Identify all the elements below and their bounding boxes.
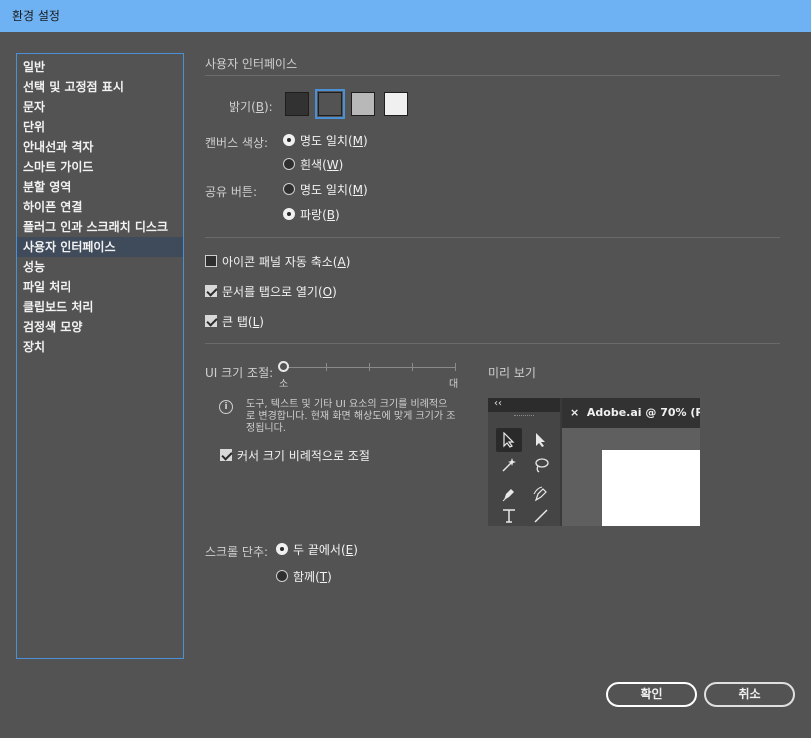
- line-tool-icon: [528, 504, 554, 526]
- canvas-color-match-label[interactable]: 명도 일치(M): [300, 132, 368, 149]
- ui-scale-info-text: 도구, 텍스트 및 기타 UI 요소의 크기를 비례적으로 변경합니다. 현재 …: [246, 399, 456, 434]
- section-divider: [205, 75, 780, 76]
- divider-3: [205, 343, 780, 344]
- sidebar-item-performance[interactable]: 성능: [17, 257, 183, 277]
- ui-scale-slider-thumb[interactable]: [278, 361, 289, 372]
- sidebar-item-smart-guides[interactable]: 스마트 가이드: [17, 157, 183, 177]
- ok-button[interactable]: 확인: [606, 682, 697, 707]
- canvas-color-label: 캔버스 색상:: [205, 136, 269, 150]
- scroll-units-together-radio[interactable]: [276, 570, 288, 582]
- window-title: 환경 설정: [0, 0, 811, 32]
- scroll-units-ends-label[interactable]: 두 끝에서(E): [293, 541, 358, 558]
- large-tabs-checkbox[interactable]: [205, 315, 217, 327]
- sidebar-item-user-interface[interactable]: 사용자 인터페이스: [17, 237, 183, 257]
- sidebar-item-plugins[interactable]: 플러그 인과 스크래치 디스크: [17, 217, 183, 237]
- close-icon: ×: [570, 406, 580, 419]
- preview-toolbar: ‹‹: [488, 398, 560, 526]
- canvas-color-white-radio[interactable]: [283, 158, 295, 170]
- cancel-button[interactable]: 취소: [704, 682, 795, 707]
- ui-scale-tick: [369, 363, 370, 371]
- canvas-color-white-label[interactable]: 흰색(W): [300, 156, 343, 173]
- accent-button-label: 공유 버튼:: [205, 185, 258, 199]
- ui-scale-tick: [455, 363, 456, 371]
- section-title: 사용자 인터페이스: [205, 57, 298, 71]
- brightness-label: 밝기(B):: [229, 100, 273, 114]
- preview-label: 미리 보기: [488, 366, 536, 380]
- ui-scale-max-label: 대: [449, 379, 459, 390]
- collapse-icon: ‹‹: [488, 398, 560, 412]
- scroll-units-ends-radio[interactable]: [276, 543, 288, 555]
- brightness-swatch-dark[interactable]: [285, 92, 309, 116]
- sidebar-item-black-appearance[interactable]: 검정색 모양: [17, 317, 183, 337]
- type-tool-icon: [496, 504, 522, 526]
- scale-cursor-checkbox[interactable]: [220, 449, 232, 461]
- canvas-color-match-radio[interactable]: [283, 134, 295, 146]
- direct-selection-tool-icon: [528, 428, 554, 452]
- sidebar-item-guides-grid[interactable]: 안내선과 격자: [17, 137, 183, 157]
- sidebar-item-hyphenation[interactable]: 하이픈 연결: [17, 197, 183, 217]
- divider-2: [205, 237, 780, 238]
- auto-collapse-checkbox[interactable]: [205, 255, 217, 267]
- scale-cursor-label[interactable]: 커서 크기 비례적으로 조절: [237, 447, 370, 464]
- magic-wand-tool-icon: [496, 453, 522, 477]
- preview-artboard: [602, 450, 700, 526]
- sidebar-item-units[interactable]: 단위: [17, 117, 183, 137]
- accent-match-label[interactable]: 명도 일치(M): [300, 181, 368, 198]
- scroll-units-label: 스크롤 단추:: [205, 545, 269, 559]
- sidebar-item-selection[interactable]: 선택 및 고정점 표시: [17, 77, 183, 97]
- accent-blue-radio[interactable]: [283, 208, 295, 220]
- ui-scale-tick: [412, 363, 413, 371]
- preferences-sidebar: 일반 선택 및 고정점 표시 문자 단위 안내선과 격자 스마트 가이드 분할 …: [16, 53, 184, 659]
- brightness-swatch-medium-dark[interactable]: [318, 92, 342, 116]
- ui-scale-tick: [326, 363, 327, 371]
- ui-scale-label: UI 크기 조절:: [205, 366, 274, 380]
- brightness-swatch-medium-light[interactable]: [351, 92, 375, 116]
- auto-collapse-label[interactable]: 아이콘 패널 자동 축소(A): [222, 253, 350, 270]
- lasso-tool-icon: [528, 453, 554, 477]
- sidebar-item-devices[interactable]: 장치: [17, 337, 183, 357]
- ui-preview: ‹‹ × Adobe.ai @ 70% (RGB/: [488, 398, 700, 526]
- selection-tool-icon: [496, 428, 522, 452]
- accent-blue-label[interactable]: 파랑(B): [300, 206, 340, 223]
- sidebar-item-general[interactable]: 일반: [17, 57, 183, 77]
- sidebar-item-type[interactable]: 문자: [17, 97, 183, 117]
- sidebar-item-slices[interactable]: 분할 영역: [17, 177, 183, 197]
- open-as-tabs-checkbox[interactable]: [205, 285, 217, 297]
- preview-document-tab: × Adobe.ai @ 70% (RGB/: [562, 398, 700, 428]
- pen-tool-icon: [496, 482, 522, 506]
- large-tabs-label[interactable]: 큰 탭(L): [222, 313, 264, 330]
- info-icon: i: [219, 400, 233, 414]
- grip-icon: [514, 415, 534, 417]
- sidebar-item-file-handling[interactable]: 파일 처리: [17, 277, 183, 297]
- accent-match-radio[interactable]: [283, 183, 295, 195]
- brightness-swatch-light[interactable]: [384, 92, 408, 116]
- open-as-tabs-label[interactable]: 문서를 탭으로 열기(O): [222, 283, 337, 300]
- curvature-tool-icon: [528, 482, 554, 506]
- ui-scale-slider-track[interactable]: [284, 367, 456, 368]
- preview-tab-title: Adobe.ai @ 70% (RGB/: [586, 406, 700, 419]
- sidebar-item-clipboard[interactable]: 클립보드 처리: [17, 297, 183, 317]
- ui-scale-min-label: 소: [279, 379, 289, 390]
- scroll-units-together-label[interactable]: 함께(T): [293, 568, 332, 585]
